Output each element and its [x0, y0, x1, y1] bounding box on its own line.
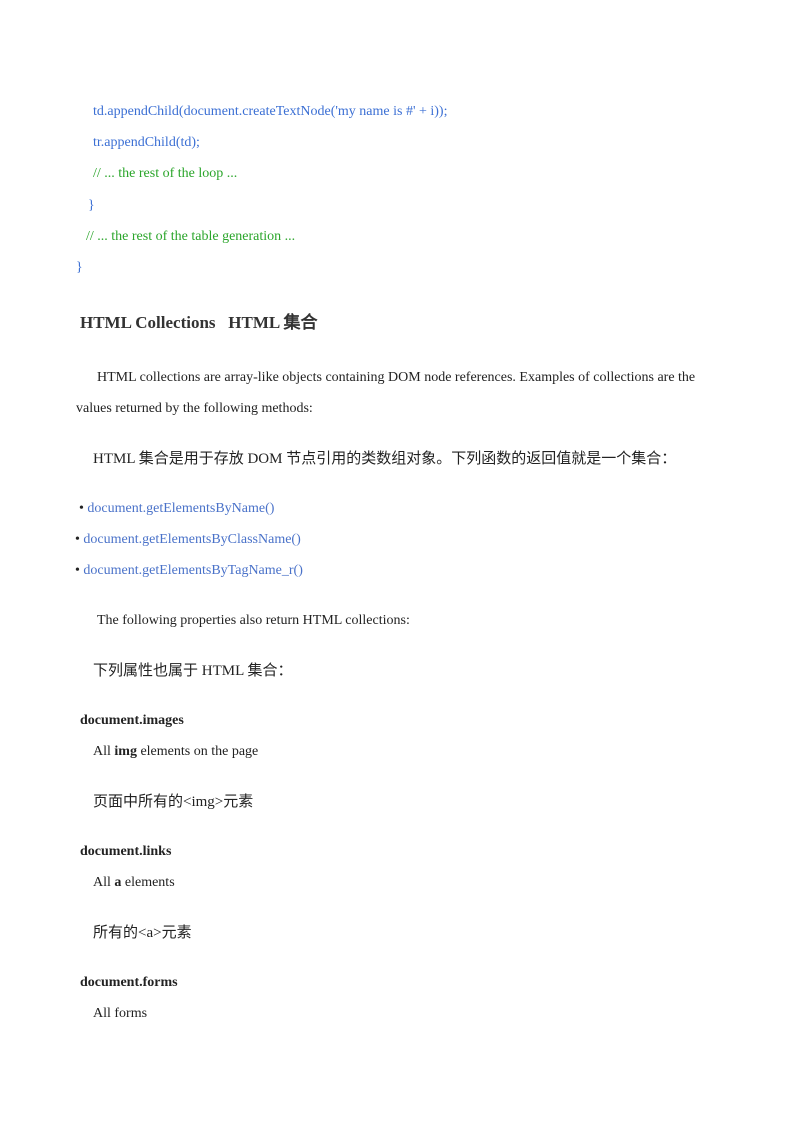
property-cn: 页面中所有的<img>元素	[93, 794, 254, 810]
property-name: document.images	[80, 713, 184, 728]
property-desc: All img elements on the page	[93, 743, 258, 761]
list-item: • document.getElementsByName()	[79, 500, 274, 518]
property-name: document.forms	[80, 975, 178, 990]
desc-prefix: All	[93, 744, 115, 759]
desc-bold: img	[114, 744, 137, 759]
intro-en-line-1: HTML collections are array-like objects …	[97, 370, 696, 385]
section-heading: HTML Collections HTML 集合	[80, 313, 318, 332]
method-name: document.getElementsByName()	[87, 501, 275, 516]
method-name: document.getElementsByTagName_r()	[83, 563, 303, 578]
code-comment: // ... the rest of the table generation …	[86, 229, 296, 244]
method-name: document.getElementsByClassName()	[83, 532, 301, 547]
code-line: }	[76, 260, 83, 275]
property-desc: All a elements	[93, 874, 175, 892]
bullet: •	[75, 563, 80, 578]
code-line: }	[88, 198, 95, 213]
bullet: •	[75, 532, 80, 547]
code-comment: // ... the rest of the loop ...	[93, 166, 238, 181]
property-name: document.links	[80, 844, 172, 859]
props-intro-cn: 下列属性也属于 HTML 集合：	[93, 663, 293, 679]
code-line: td.appendChild(document.createTextNode('…	[93, 104, 448, 119]
intro-cn: HTML 集合是用于存放 DOM 节点引用的类数组对象。下列函数的返回值就是一个…	[93, 451, 677, 467]
desc-suffix: elements on the page	[136, 744, 259, 759]
bullet: •	[79, 501, 84, 516]
property-cn: 所有的<a>元素	[93, 925, 192, 941]
list-item: • document.getElementsByClassName()	[75, 531, 301, 549]
desc-suffix: elements	[121, 875, 175, 890]
code-line: tr.appendChild(td);	[93, 135, 200, 150]
props-intro-en: The following properties also return HTM…	[97, 613, 410, 628]
intro-en-line-2: values returned by the following methods…	[76, 401, 313, 416]
list-item: • document.getElementsByTagName_r()	[75, 562, 303, 580]
desc-prefix: All	[93, 875, 115, 890]
property-desc: All forms	[93, 1006, 148, 1021]
